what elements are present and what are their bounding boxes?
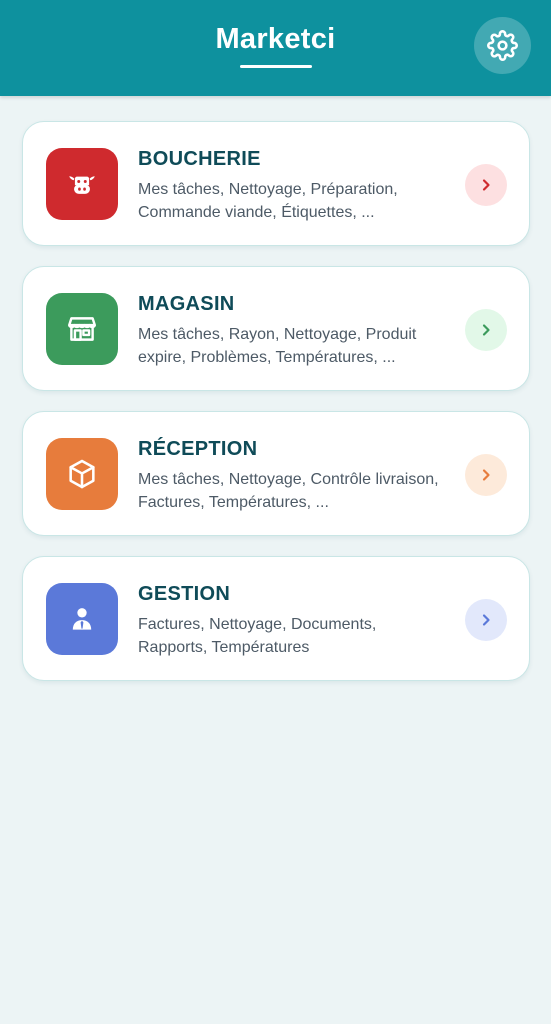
section-description: Mes tâches, Nettoyage, Contrôle livraiso… [138, 471, 439, 511]
section-icon-tile [46, 438, 118, 510]
section-title: RÉCEPTION [138, 438, 258, 460]
section-card-boucherie[interactable]: BOUCHERIE Mes tâches, Nettoyage, Prépara… [22, 121, 530, 246]
section-title: GESTION [138, 583, 231, 605]
chevron-right-icon [482, 179, 490, 191]
settings-button[interactable] [474, 17, 531, 74]
chevron-right-icon [482, 324, 490, 336]
app-screen: Marketci BOUCHERIE Mes tâches, Nettoyage… [0, 0, 551, 1024]
cow-icon [69, 176, 95, 194]
section-description: Factures, Nettoyage, Documents, Rapports… [138, 616, 377, 656]
section-card-magasin[interactable]: MAGASIN Mes tâches, Rayon, Nettoyage, Pr… [22, 266, 530, 391]
chevron-right-icon [482, 469, 490, 481]
package-box-icon [69, 459, 95, 489]
section-icon-tile [46, 293, 118, 365]
section-card-gestion[interactable]: GESTION Factures, Nettoyage, Documents, … [22, 556, 530, 681]
section-description: Mes tâches, Nettoyage, Préparation, Comm… [138, 181, 398, 221]
section-title: BOUCHERIE [138, 148, 261, 170]
section-card-reception[interactable]: RÉCEPTION Mes tâches, Nettoyage, Contrôl… [22, 411, 530, 536]
storefront-icon [68, 317, 96, 341]
gear-icon [487, 30, 518, 61]
section-icon-tile [46, 148, 118, 220]
open-section-button[interactable] [465, 454, 507, 496]
section-title: MAGASIN [138, 293, 235, 315]
open-section-button[interactable] [465, 164, 507, 206]
open-section-button[interactable] [465, 599, 507, 641]
chevron-right-icon [482, 614, 490, 626]
section-description: Mes tâches, Rayon, Nettoyage, Produit ex… [138, 326, 417, 366]
app-header: Marketci [0, 0, 551, 96]
section-list: BOUCHERIE Mes tâches, Nettoyage, Prépara… [22, 121, 530, 701]
open-section-button[interactable] [465, 309, 507, 351]
title-underline [240, 65, 312, 68]
section-icon-tile [46, 583, 118, 655]
manager-user-icon [72, 608, 92, 630]
app-title: Marketci [215, 23, 336, 55]
